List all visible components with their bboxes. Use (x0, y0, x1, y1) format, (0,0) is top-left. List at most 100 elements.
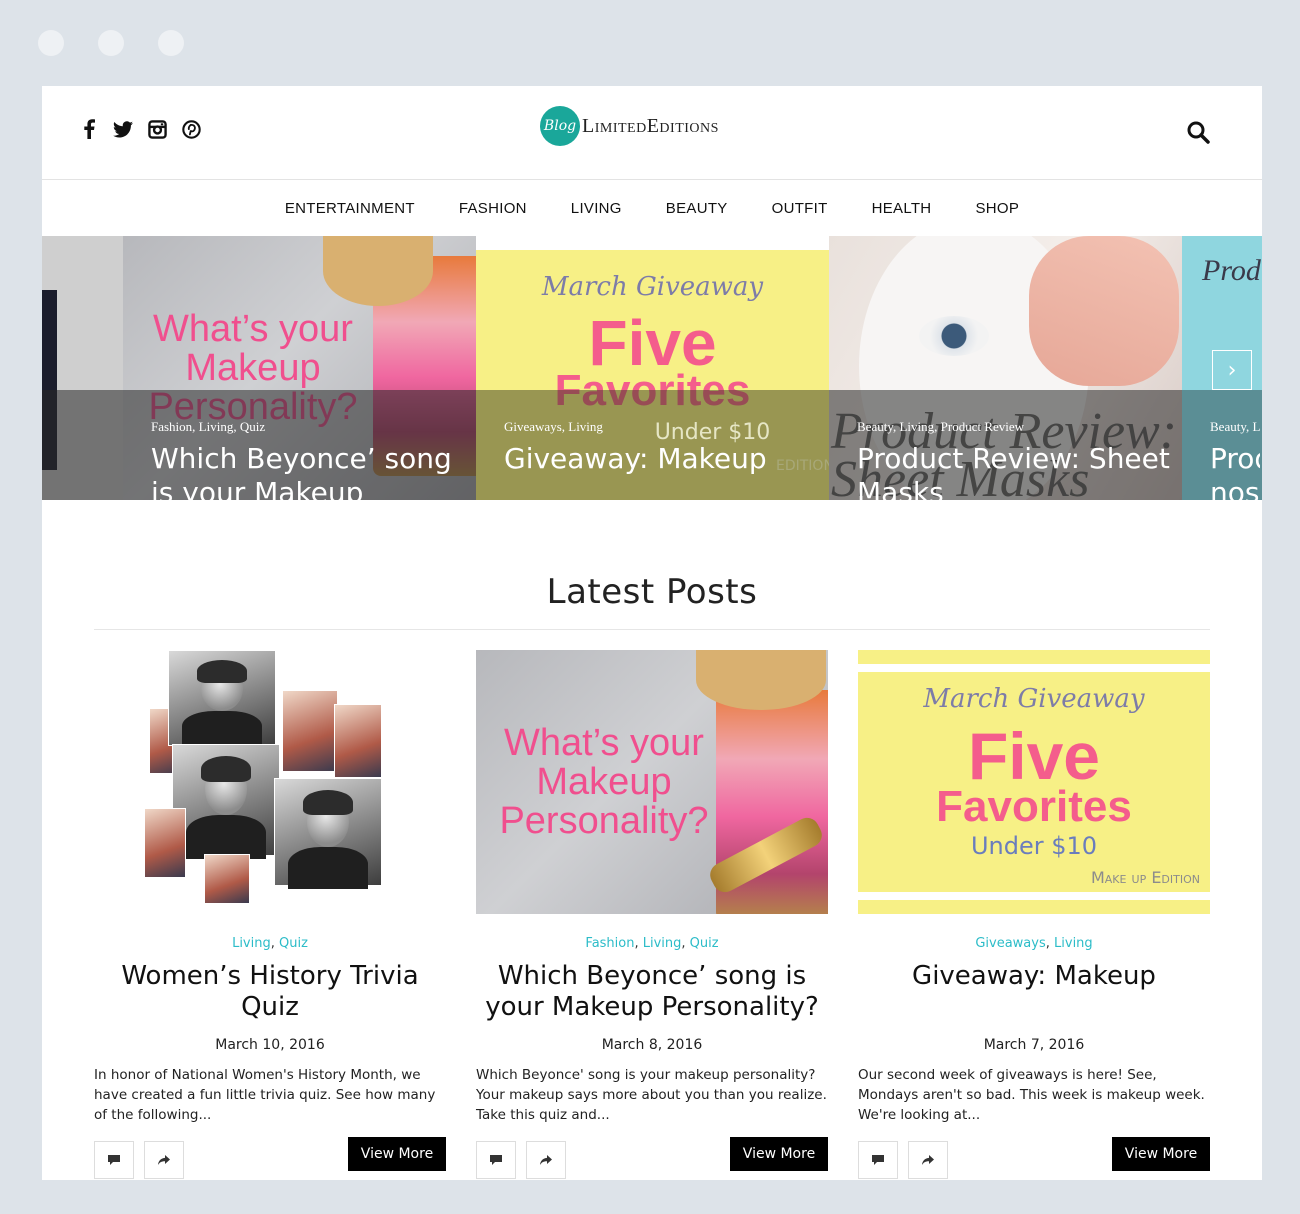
post-date: March 7, 2016 (983, 1037, 1085, 1053)
post-title[interactable]: Women’s History Trivia Quiz (94, 961, 446, 1023)
category-link[interactable]: Living (1054, 936, 1093, 951)
section-divider (94, 629, 1210, 630)
category-link[interactable]: Living (232, 936, 271, 951)
slide-title[interactable]: Prod nose (1210, 442, 1260, 500)
slide-art-text: Prod (1202, 254, 1261, 287)
share-icon (158, 1155, 170, 1165)
window-dot (158, 30, 184, 56)
share-icon (540, 1155, 552, 1165)
slide-categories[interactable]: Fashion, Living, Quiz (151, 419, 265, 435)
post-art-heading: March Giveaway (923, 684, 1145, 714)
category-link[interactable]: Living (643, 936, 682, 951)
post-image[interactable]: What’s your Makeup Personality? (476, 650, 828, 914)
share-button[interactable] (144, 1141, 184, 1179)
slide-title[interactable]: Which Beyonce’ song is your Makeup (151, 442, 471, 500)
view-more-button[interactable]: View More (1112, 1137, 1210, 1171)
slide-sheet-masks[interactable]: Product Review: Sheet Masks Beauty, Livi… (829, 236, 1182, 500)
nav-item-outfit[interactable]: OUTFIT (750, 200, 850, 217)
comment-icon (490, 1155, 502, 1165)
post-card: What’s your Makeup Personality? Fashion,… (476, 650, 828, 1179)
post-card: Living, Quiz Women’s History Trivia Quiz… (94, 650, 446, 1179)
logo-badge: Blog (540, 106, 580, 146)
featured-slider: What’s your Makeup Personality? Fashion,… (42, 236, 1262, 500)
post-categories: Living, Quiz (232, 936, 308, 951)
post-card: March Giveaway Five Favorites Under $10 … (858, 650, 1210, 1179)
compact-image (696, 650, 826, 710)
eye-image (919, 316, 989, 356)
nav-item-health[interactable]: HEALTH (850, 200, 954, 217)
comment-button[interactable] (476, 1141, 516, 1179)
instagram-icon[interactable] (146, 118, 168, 140)
window-dot (38, 30, 64, 56)
hand-image (1029, 236, 1179, 386)
post-image[interactable]: March Giveaway Five Favorites Under $10 … (858, 650, 1210, 914)
comment-icon (872, 1155, 884, 1165)
post-actions: View More (858, 1137, 1210, 1179)
browser-frame: Blog LimitedEditions ENTERTAINMENT FASHI… (0, 0, 1300, 1214)
nav-item-beauty[interactable]: BEAUTY (644, 200, 750, 217)
nav-item-entertainment[interactable]: ENTERTAINMENT (263, 200, 437, 217)
post-title[interactable]: Which Beyonce’ song is your Makeup Perso… (476, 961, 828, 1023)
band-divider (476, 236, 829, 250)
twitter-icon[interactable] (112, 118, 134, 140)
post-excerpt: Which Beyonce' song is your makeup perso… (476, 1067, 827, 1123)
slide-categories[interactable]: Beauty, Living, Product Review (857, 419, 1024, 435)
slide-title[interactable]: Product Review: Sheet Masks (857, 442, 1177, 500)
band-stripe (858, 650, 1210, 664)
comment-icon (108, 1155, 120, 1165)
category-link[interactable]: Quiz (690, 936, 719, 951)
web-page: Blog LimitedEditions ENTERTAINMENT FASHI… (42, 86, 1262, 1180)
post-art-edition: Make up Edition (1090, 868, 1200, 887)
collage-photo (168, 650, 276, 749)
slide-giveaway[interactable]: March Giveaway Five Favorites Under $10 … (476, 236, 829, 500)
collage-photo (274, 778, 382, 890)
window-dot (98, 30, 124, 56)
post-art-under: Under $10 (970, 832, 1098, 860)
nav-item-living[interactable]: LIVING (549, 200, 644, 217)
view-more-button[interactable]: View More (348, 1137, 446, 1171)
main-nav: ENTERTAINMENT FASHION LIVING BEAUTY OUTF… (42, 180, 1262, 236)
collage-photo (204, 854, 250, 904)
site-logo[interactable]: Blog LimitedEditions (540, 106, 719, 146)
site-header: Blog LimitedEditions (42, 86, 1262, 180)
post-title[interactable]: Giveaway: Makeup (858, 961, 1210, 1023)
post-art-text: What’s your Makeup Personality? (499, 722, 709, 842)
chevron-right-icon: › (1227, 357, 1237, 383)
comment-button[interactable] (858, 1141, 898, 1179)
facebook-icon[interactable] (78, 118, 100, 140)
slide-categories[interactable]: Beauty, L (1210, 419, 1260, 435)
share-button[interactable] (526, 1141, 566, 1179)
collage-photo (172, 744, 280, 860)
slide-categories[interactable]: Giveaways, Living (504, 419, 603, 435)
category-link[interactable]: Quiz (279, 936, 308, 951)
collage-photo (144, 808, 186, 878)
slide-title[interactable]: Giveaway: Makeup (504, 442, 824, 476)
post-image[interactable] (94, 650, 446, 914)
post-categories: Giveaways, Living (975, 936, 1093, 951)
collage-photo (334, 704, 382, 778)
post-actions: View More (476, 1137, 828, 1179)
section-heading: Latest Posts (546, 572, 758, 612)
post-date: March 10, 2016 (215, 1037, 325, 1053)
search-icon[interactable] (1186, 120, 1212, 146)
post-excerpt: In honor of National Women's History Mon… (94, 1067, 436, 1123)
slide-art-heading: March Giveaway (541, 272, 764, 302)
band-stripe (858, 900, 1210, 914)
slide-makeup-quiz[interactable]: What’s your Makeup Personality? Fashion,… (123, 236, 476, 500)
nav-item-fashion[interactable]: FASHION (437, 200, 549, 217)
share-button[interactable] (908, 1141, 948, 1179)
post-art-favorites: Favorites (936, 782, 1132, 831)
view-more-button[interactable]: View More (730, 1137, 828, 1171)
category-link[interactable]: Fashion (585, 936, 634, 951)
post-excerpt: Our second week of giveaways is here! Se… (858, 1067, 1205, 1123)
logo-wordmark: LimitedEditions (582, 114, 719, 137)
comment-button[interactable] (94, 1141, 134, 1179)
nav-item-shop[interactable]: SHOP (953, 200, 1041, 217)
share-icon (922, 1155, 934, 1165)
pinterest-icon[interactable] (180, 118, 202, 140)
slider-next-button[interactable]: › (1212, 350, 1252, 390)
category-link[interactable]: Giveaways (975, 936, 1045, 951)
collage-photo (282, 690, 338, 772)
social-links (78, 118, 202, 140)
slide-partial[interactable] (42, 236, 123, 500)
